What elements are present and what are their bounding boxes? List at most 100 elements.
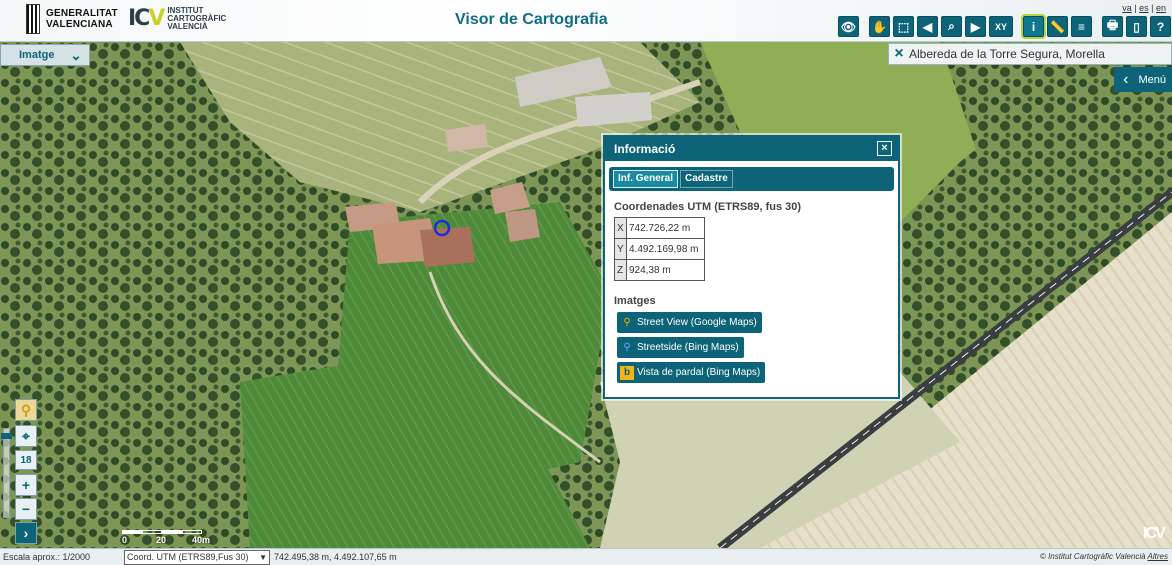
close-icon[interactable]: × xyxy=(877,141,892,156)
language-switcher: va | es | en xyxy=(1122,3,1166,13)
utm-section-title: Coordenades UTM (ETRS89, fus 30) xyxy=(614,201,802,213)
zoom-box-button[interactable]: ⌕ xyxy=(941,16,962,37)
status-bar: Escala aprox.: 1/2000 Coord. UTM (ETRS89… xyxy=(0,548,1172,565)
scale-label-40: 40m xyxy=(192,535,211,545)
help-button[interactable]: ? xyxy=(1150,16,1171,37)
popup-title: Informació xyxy=(614,142,676,156)
opacity-slider-thumb[interactable] xyxy=(1,433,12,439)
app-title: Visor de Cartografia xyxy=(455,11,608,28)
mobile-icon: ▯ xyxy=(1133,19,1140,34)
layers-button[interactable]: ≡ xyxy=(1071,16,1092,37)
street-view-label: Street View (Google Maps) xyxy=(637,317,757,328)
eye-icon: 👁 xyxy=(840,19,857,34)
plus-icon: + xyxy=(21,477,31,493)
arrow-right-icon: ▶ xyxy=(970,19,981,34)
cursor-coordinates: 742.495,38 m, 4.492.107,65 m xyxy=(274,552,397,562)
chevron-down-icon: ▼ xyxy=(259,552,267,562)
help-icon: ? xyxy=(1156,19,1165,34)
previous-view-button[interactable]: ◀ xyxy=(917,16,938,37)
measure-icon: 📏 xyxy=(1050,19,1065,34)
utm-value-y: 4.492.169,98 m xyxy=(626,238,705,260)
measure-tool-button[interactable]: 📏 xyxy=(1047,16,1068,37)
clear-search-icon[interactable]: × xyxy=(889,44,909,64)
print-icon: 🖶 xyxy=(1106,18,1119,32)
table-row: X 742.726,22 m xyxy=(614,217,705,239)
opacity-slider[interactable] xyxy=(3,428,10,518)
zoom-in-button[interactable]: + xyxy=(15,474,37,496)
gva-line1: GENERALITAT xyxy=(46,8,118,19)
utm-coordinates-table: X 742.726,22 m Y 4.492.169,98 m Z 924,38… xyxy=(614,217,705,281)
utm-value-z: 924,38 m xyxy=(626,259,705,281)
streetside-button[interactable]: ⚲ Streetside (Bing Maps) xyxy=(617,337,744,358)
view-tool-button[interactable]: 👁 xyxy=(838,16,859,37)
arrow-left-icon: ◀ xyxy=(922,19,933,34)
birds-eye-button[interactable]: b Vista de pardal (Bing Maps) xyxy=(617,362,766,383)
map-toolbar: 👁 ✋ ⬚ ◀ ⌕ ▶ XY i 📏 ≡ 🖶 ▯ ? xyxy=(838,14,1171,39)
altres-link[interactable]: Altres xyxy=(1148,552,1168,561)
pegman-icon: ⚲ xyxy=(20,401,32,418)
pegman-icon: ⚲ xyxy=(623,317,631,328)
mobile-button[interactable]: ▯ xyxy=(1126,16,1147,37)
utm-key-x: X xyxy=(614,217,627,239)
lang-en[interactable]: en xyxy=(1156,3,1166,13)
zoom-level-indicator: 18 xyxy=(15,450,37,470)
icv-watermark-icon: ICV xyxy=(1143,525,1166,542)
minus-icon: − xyxy=(21,501,31,517)
zoom-out-button[interactable]: − xyxy=(15,498,37,520)
xy-icon: XY xyxy=(994,21,1007,32)
utm-key-z: Z xyxy=(614,259,627,281)
layer-select[interactable]: Imatge ⌄ xyxy=(0,44,90,66)
app-header: GENERALITAT VALENCIANA ICV INSTITUT CART… xyxy=(0,0,1172,42)
expand-panel-button[interactable]: › xyxy=(15,522,37,544)
birds-eye-label: Vista de pardal (Bing Maps) xyxy=(637,367,761,378)
street-view-pegman-button[interactable]: ⚲ xyxy=(15,399,37,421)
lang-es[interactable]: es xyxy=(1139,3,1149,13)
streetside-label: Streetside (Bing Maps) xyxy=(637,342,739,353)
table-row: Z 924,38 m xyxy=(614,259,705,281)
tab-general[interactable]: Inf. General xyxy=(613,170,679,188)
popup-header: Informació × xyxy=(605,137,898,161)
coordinate-system-select[interactable]: Coord. UTM (ETRS89,Fus 30) ▼ xyxy=(124,549,270,565)
location-search[interactable]: × Albereda de la Torre Segura, Morella xyxy=(888,43,1172,65)
crosshair-icon: ⌖ xyxy=(22,427,30,444)
coordinate-system-value: Coord. UTM (ETRS89,Fus 30) xyxy=(127,551,249,562)
scale-bar: 0 20 40m xyxy=(122,530,210,545)
hand-pan-icon: ✋ xyxy=(872,19,887,34)
layers-icon: ≡ xyxy=(1077,19,1085,34)
table-row: Y 4.492.169,98 m xyxy=(614,238,705,260)
xy-coordinate-button[interactable]: XY xyxy=(989,16,1013,37)
map-canvas[interactable] xyxy=(0,42,1172,548)
select-icon: ⬚ xyxy=(897,19,910,34)
chevron-left-icon: ‹ xyxy=(1123,70,1129,88)
images-section-title: Imatges xyxy=(614,295,656,307)
chevron-down-icon: ⌄ xyxy=(70,47,82,63)
chevron-right-icon: › xyxy=(23,525,29,541)
select-tool-button[interactable]: ⬚ xyxy=(893,16,914,37)
icv-logo[interactable]: ICV INSTITUT CARTOGRÀFIC VALENCIÀ xyxy=(128,6,226,31)
info-icon: i xyxy=(1031,19,1036,34)
scale-label-0: 0 xyxy=(122,535,128,545)
aerial-image xyxy=(0,42,1172,548)
bing-logo-icon: b xyxy=(620,365,634,380)
menu-button[interactable]: ‹ Menú xyxy=(1114,67,1172,92)
info-popup: Informació × Inf. General Cadastre Coord… xyxy=(603,135,900,399)
pan-tool-button[interactable]: ✋ xyxy=(869,16,890,37)
person-icon: ⚲ xyxy=(623,342,631,353)
generalitat-logo[interactable]: GENERALITAT VALENCIANA xyxy=(26,4,118,34)
copyright-text: © Institut Cartogràfic Valencià xyxy=(1039,552,1146,561)
icv-line3: VALENCIÀ xyxy=(167,21,208,31)
street-view-button[interactable]: ⚲ Street View (Google Maps) xyxy=(617,312,762,333)
tab-cadastre[interactable]: Cadastre xyxy=(680,170,733,188)
info-tool-button[interactable]: i xyxy=(1021,14,1046,39)
locate-me-button[interactable]: ⌖ xyxy=(15,425,37,447)
image-links: ⚲ Street View (Google Maps) ⚲ Streetside… xyxy=(617,312,898,383)
popup-tabs: Inf. General Cadastre xyxy=(609,167,894,191)
layer-select-value: Imatge xyxy=(19,49,55,61)
next-view-button[interactable]: ▶ xyxy=(965,16,986,37)
utm-key-y: Y xyxy=(614,238,627,260)
copyright: © Institut Cartogràfic Valencià Altres xyxy=(1040,552,1168,561)
print-button[interactable]: 🖶 xyxy=(1102,16,1123,37)
lang-va[interactable]: va xyxy=(1122,3,1132,13)
utm-value-x: 742.726,22 m xyxy=(626,217,705,239)
location-search-text: Albereda de la Torre Segura, Morella xyxy=(909,47,1105,61)
